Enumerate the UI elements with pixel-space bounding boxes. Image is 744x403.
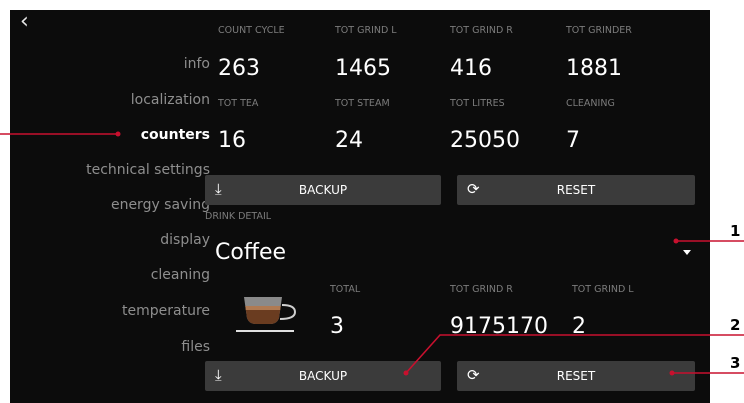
counter-label: TOT STEAM [335, 98, 390, 109]
counter-label: COUNT CYCLE [218, 25, 285, 36]
nav-item-info[interactable]: info [184, 56, 210, 72]
counter-value: 1881 [566, 56, 622, 81]
counter-value: 7 [566, 128, 580, 153]
nav-item-cleaning[interactable]: cleaning [151, 267, 210, 283]
nav-item-files[interactable]: files [181, 339, 210, 355]
drink-backup-button[interactable]: ⤓ BACKUP [205, 361, 441, 391]
drink-reset-button[interactable]: ⟳ RESET [457, 361, 695, 391]
counter-label: TOT TEA [218, 98, 259, 109]
counter-value: 416 [450, 56, 492, 81]
counter-value: 25050 [450, 128, 520, 153]
drink-stat-value: 2 [572, 314, 586, 339]
backup-label: BACKUP [298, 369, 348, 383]
drink-detail-label: DRINK DETAIL [205, 211, 272, 222]
caret-down-icon [683, 250, 691, 255]
callout-number-3: 3 [730, 354, 741, 372]
drink-stat-label: TOT GRIND L [572, 284, 634, 295]
drink-select-value: Coffee [215, 240, 287, 265]
counters-backup-button[interactable]: ⤓ BACKUP [205, 175, 441, 205]
counters-reset-button[interactable]: ⟳ RESET [457, 175, 695, 205]
counter-value: 24 [335, 128, 363, 153]
counter-value: 16 [218, 128, 246, 153]
drink-stat-label: TOTAL [330, 284, 361, 295]
reset-label: RESET [556, 369, 596, 383]
nav-item-display[interactable]: display [160, 232, 210, 248]
counter-value: 263 [218, 56, 260, 81]
callout-number-2: 2 [730, 316, 741, 334]
drink-select[interactable]: Coffee [205, 232, 691, 272]
counter-value: 1465 [335, 56, 391, 81]
drink-stat-label: TOT GRIND R [450, 284, 513, 295]
counter-label: TOT GRINDER [566, 25, 632, 36]
nav-item-counters[interactable]: counters [141, 127, 210, 143]
counter-label: TOT LITRES [450, 98, 505, 109]
drink-stat-value: 9175170 [450, 314, 548, 339]
nav-item-technical-settings[interactable]: technical settings [86, 162, 210, 178]
reset-label: RESET [556, 183, 596, 197]
drink-stat-value: 3 [330, 314, 344, 339]
backup-label: BACKUP [298, 183, 348, 197]
chevron-left-icon[interactable]: ‹ [20, 10, 29, 34]
nav-item-localization[interactable]: localization [131, 92, 210, 108]
nav-item-energy-saving[interactable]: energy saving [111, 197, 210, 213]
counter-label: TOT GRIND R [450, 25, 513, 36]
counter-label: TOT GRIND L [335, 25, 397, 36]
callout-number-1: 1 [730, 222, 741, 240]
nav-item-temperature[interactable]: temperature [122, 303, 210, 319]
counter-label: CLEANING [566, 98, 615, 109]
